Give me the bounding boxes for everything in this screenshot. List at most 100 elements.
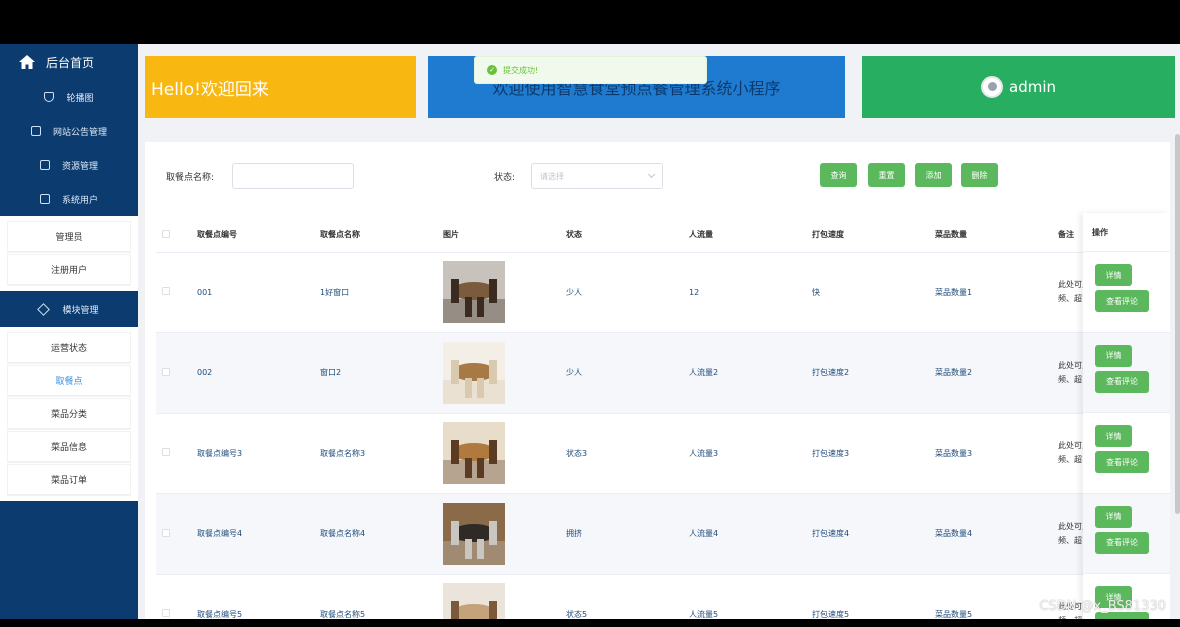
view-review-button[interactable]: 查看评论	[1095, 451, 1149, 473]
toast-text: 提交成功!	[503, 65, 539, 75]
sidebar: 后台首页 轮播图 网站公告管理 资源管理 系统用户 管理员 注册用户 模块管理 …	[0, 44, 138, 619]
row-checkbox[interactable]	[162, 448, 170, 457]
sidebar-item-category[interactable]: 菜品分类	[8, 399, 130, 429]
table-row[interactable]: 002 窗口2 少人 人流量2 打包速度2 菜品数量2 此处可, 频、超	[156, 332, 1160, 414]
table-row[interactable]: 取餐点编号5取餐点名称5状态5人流量5打包速度5菜品数量5此处可,频、超	[156, 574, 1160, 619]
cell-status: 状态3	[559, 413, 682, 494]
row-checkbox[interactable]	[162, 528, 170, 537]
row-checkbox[interactable]	[162, 609, 170, 618]
detail-button[interactable]: 详情	[1095, 505, 1132, 528]
col-flow: 人流量	[682, 218, 805, 253]
status-label: 状态:	[494, 173, 516, 183]
cell-flow: 人流量2	[682, 332, 805, 414]
search-button[interactable]: 查询	[820, 163, 857, 187]
dining-table-image[interactable]	[443, 422, 505, 485]
sidebar-submenu-users: 管理员 注册用户	[0, 216, 138, 291]
cell-status: 少人	[559, 252, 682, 333]
name-label: 取餐点名称:	[166, 173, 215, 183]
cell-status: 少人	[559, 332, 682, 414]
operation-cell: 详情查看评论	[1083, 413, 1170, 494]
diamond-icon	[37, 302, 51, 316]
dining-table-image[interactable]	[443, 502, 505, 565]
detail-button[interactable]: 详情	[1095, 425, 1132, 447]
table-row[interactable]: 取餐点编号3 取餐点名称3 状态3 人流量3 打包速度3 菜品数量3 此处可, 频、超	[156, 413, 1160, 494]
cell-count: 菜品数量1	[928, 252, 1051, 333]
operation-cell: 详情查看评论	[1083, 332, 1170, 413]
status-select[interactable]: 请选择	[531, 163, 663, 189]
app-screen: 后台首页 轮播图 网站公告管理 资源管理 系统用户 管理员 注册用户 模块管理 …	[0, 44, 1180, 619]
detail-button[interactable]: 详情	[1095, 264, 1132, 286]
view-review-button[interactable]: 查看评论	[1095, 370, 1149, 393]
sidebar-item-notice[interactable]: 网站公告管理	[0, 114, 138, 148]
sidebar-item-resource[interactable]: 资源管理	[0, 148, 138, 182]
sidebar-home[interactable]: 后台首页	[0, 44, 138, 80]
table-row[interactable]: 取餐点编号4 取餐点名称4 拥挤 人流量4 打包速度4 菜品数量4 此处可, 频、超	[156, 493, 1160, 575]
hello-text: Hello!欢迎回来	[151, 79, 269, 100]
avatar	[981, 76, 1003, 98]
shield-icon	[44, 92, 55, 102]
col-speed: 打包速度	[805, 218, 928, 253]
cell-speed: 打包速度5	[805, 574, 928, 619]
sidebar-item-dish-order[interactable]: 菜品订单	[8, 465, 130, 495]
cell-image	[436, 574, 559, 619]
bottom-bar	[0, 619, 1180, 627]
success-toast: ✓ 提交成功!	[474, 56, 707, 84]
cell-count: 菜品数量4	[928, 493, 1051, 575]
cell-count: 菜品数量5	[928, 574, 1051, 619]
cell-speed: 打包速度4	[805, 493, 928, 575]
status-placeholder: 请选择	[540, 171, 564, 181]
cell-code: 取餐点编号4	[190, 493, 313, 575]
reset-button[interactable]: 重置	[868, 163, 905, 187]
check-circle-icon: ✓	[487, 65, 497, 75]
sidebar-item-label: 资源管理	[61, 161, 98, 172]
sidebar-item-status[interactable]: 运营状态	[8, 333, 130, 363]
main-panel: 取餐点名称: 状态: 请选择 查询 重置 添加 删除 取餐点编号 取餐点名称 图…	[145, 142, 1170, 619]
view-review-button[interactable]: 查看评论	[1095, 531, 1149, 554]
cell-flow: 12	[682, 252, 805, 333]
sidebar-item-module[interactable]: 模块管理	[0, 291, 138, 327]
col-code: 取餐点编号	[190, 218, 313, 253]
col-operation: 操作	[1083, 213, 1170, 252]
operation-column: 操作 详情查看评论详情查看评论详情查看评论详情查看评论详情查看评论	[1083, 213, 1170, 619]
sidebar-item-dish-info[interactable]: 菜品信息	[8, 432, 130, 462]
name-search-input[interactable]	[232, 163, 354, 189]
cell-code: 001	[190, 252, 313, 333]
sidebar-item-registered-user[interactable]: 注册用户	[8, 255, 130, 285]
cell-flow: 人流量4	[682, 493, 805, 575]
delete-button[interactable]: 删除	[961, 163, 998, 187]
cell-name: 取餐点名称3	[313, 413, 436, 494]
sidebar-item-admin[interactable]: 管理员	[8, 222, 130, 252]
table-row[interactable]: 001 1好窗口 少人 12 快菜品数量1 此处可, 频、超	[156, 252, 1160, 333]
view-review-button[interactable]: 查看评论	[1095, 290, 1149, 312]
pickup-table: 取餐点编号 取餐点名称 图片 状态 人流量 打包速度 菜品数量 备注 001 1好…	[156, 218, 1160, 619]
col-image: 图片	[436, 218, 559, 253]
dining-table-image[interactable]	[443, 341, 505, 404]
hello-card: Hello!欢迎回来	[145, 56, 416, 118]
sidebar-item-system-user[interactable]: 系统用户	[0, 182, 138, 216]
cell-flow: 人流量5	[682, 574, 805, 619]
cell-flow: 人流量3	[682, 413, 805, 494]
cell-count: 菜品数量2	[928, 332, 1051, 414]
cell-image	[436, 413, 559, 494]
sidebar-item-label: 系统用户	[61, 195, 98, 206]
cell-status: 状态5	[559, 574, 682, 619]
operation-cell: 详情查看评论	[1083, 493, 1170, 574]
detail-button[interactable]: 详情	[1095, 344, 1132, 367]
cell-image	[436, 493, 559, 575]
dining-table-image[interactable]	[443, 583, 505, 619]
select-all-checkbox[interactable]	[162, 229, 170, 238]
cell-code: 002	[190, 332, 313, 414]
sidebar-item-carousel[interactable]: 轮播图	[0, 80, 138, 114]
cell-code: 取餐点编号3	[190, 413, 313, 494]
watermark: CSDN @x_BS81330	[1039, 599, 1166, 614]
sidebar-item-label: 模块管理	[62, 305, 99, 316]
sidebar-item-pickup[interactable]: 取餐点	[8, 366, 130, 396]
add-button[interactable]: 添加	[915, 163, 952, 187]
cell-status: 拥挤	[559, 493, 682, 575]
scrollbar[interactable]	[1175, 134, 1180, 514]
table-header: 取餐点编号 取餐点名称 图片 状态 人流量 打包速度 菜品数量 备注	[156, 218, 1160, 253]
dining-table-image[interactable]	[443, 261, 505, 324]
cell-name: 取餐点名称4	[313, 493, 436, 575]
row-checkbox[interactable]	[162, 287, 170, 296]
row-checkbox[interactable]	[162, 367, 170, 376]
